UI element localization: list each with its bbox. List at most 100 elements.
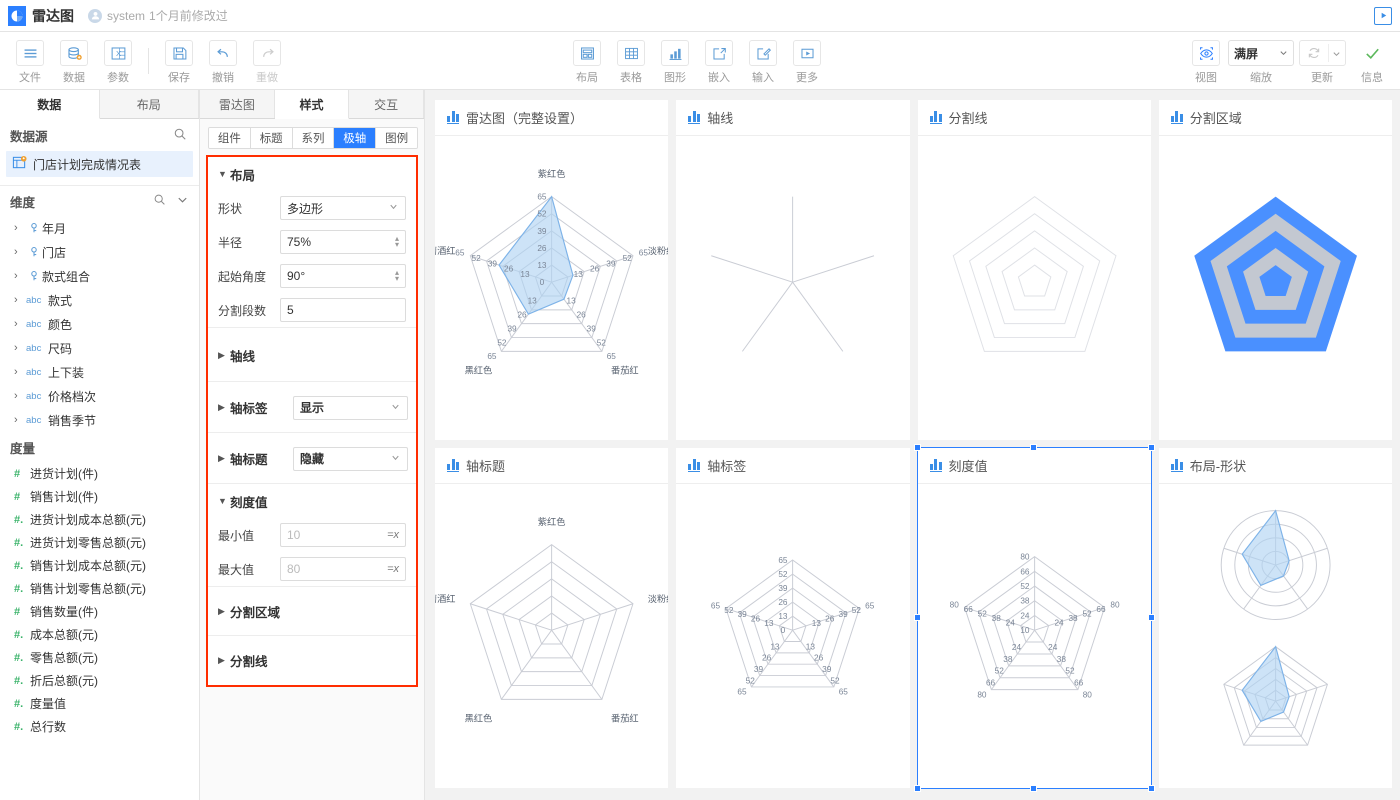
dimension-item[interactable]: ›款式组合: [0, 264, 199, 288]
segment-legend[interactable]: 图例: [376, 128, 417, 148]
axis-label-select[interactable]: 显示: [293, 396, 408, 420]
measure-item[interactable]: #.进货计划零售总额(元): [0, 531, 199, 554]
chart-card-body[interactable]: 1024385266802438526680243852668024385266…: [918, 484, 1151, 788]
chart-card[interactable]: 轴线: [676, 100, 909, 440]
stepper-icon[interactable]: ▴▾: [395, 236, 399, 248]
chart-card[interactable]: 布局-形状: [1159, 448, 1392, 788]
preview-button[interactable]: [1374, 7, 1392, 25]
measure-item[interactable]: #.销售计划成本总额(元): [0, 554, 199, 577]
tab-interaction[interactable]: 交互: [349, 90, 424, 118]
group-axis-line-header[interactable]: ▶ 轴线: [208, 328, 416, 382]
measure-item[interactable]: #.进货计划成本总额(元): [0, 508, 199, 531]
dimensions-collapse-icon[interactable]: [176, 193, 189, 209]
dimension-item[interactable]: ›abc尺码: [0, 336, 199, 360]
segment-polar-axis[interactable]: 极轴: [334, 128, 376, 148]
resize-handle[interactable]: [914, 614, 921, 621]
toolbar-save[interactable]: 保存: [157, 36, 201, 85]
segment-component[interactable]: 组件: [209, 128, 251, 148]
toolbar-chart[interactable]: 图形: [653, 36, 697, 85]
shape-select[interactable]: 多边形: [280, 196, 406, 220]
chart-card-body[interactable]: [1159, 136, 1392, 440]
chart-card-body[interactable]: 0132639526513263952651326395265132639526…: [435, 136, 668, 440]
group-split-line-header[interactable]: ▶ 分割线: [208, 636, 416, 685]
resize-handle[interactable]: [1148, 444, 1155, 451]
expand-arrow-icon[interactable]: ›: [14, 318, 26, 330]
resize-handle[interactable]: [1148, 614, 1155, 621]
toolbar-layout[interactable]: 布局: [565, 36, 609, 85]
split-number-input[interactable]: 5: [280, 298, 406, 322]
chart-card-body[interactable]: 紫红色淡粉红色番茄红黑红色葡萄酒红: [435, 484, 668, 788]
measure-item[interactable]: #.折后总额(元): [0, 669, 199, 692]
toolbar-param[interactable]: X 参数: [96, 36, 140, 85]
refresh-icon[interactable]: [1300, 45, 1328, 61]
group-axis-title-header[interactable]: ▶ 轴标题 隐藏: [208, 433, 416, 484]
expand-arrow-icon[interactable]: ›: [14, 366, 26, 378]
chart-card-body[interactable]: [676, 136, 909, 440]
dimension-item[interactable]: ›年月: [0, 216, 199, 240]
chart-card-body[interactable]: 0132639526513263952651326395265132639526…: [676, 484, 909, 788]
resize-handle[interactable]: [1030, 444, 1037, 451]
expand-arrow-icon[interactable]: ›: [14, 222, 26, 234]
play-icon[interactable]: [1374, 7, 1392, 25]
measure-item[interactable]: #.度量值: [0, 692, 199, 715]
axis-title-select[interactable]: 隐藏: [293, 447, 408, 471]
expand-arrow-icon[interactable]: ›: [14, 294, 26, 306]
formula-icon[interactable]: =x: [387, 563, 399, 575]
measure-item[interactable]: #.成本总额(元): [0, 623, 199, 646]
dimension-item[interactable]: ›abc价格档次: [0, 384, 199, 408]
resize-handle[interactable]: [914, 444, 921, 451]
dimension-item[interactable]: ›门店: [0, 240, 199, 264]
tab-radar[interactable]: 雷达图: [200, 90, 275, 118]
measure-item[interactable]: #.总行数: [0, 715, 199, 738]
toolbar-input[interactable]: 输入: [741, 36, 785, 85]
chart-card-body[interactable]: [918, 136, 1151, 440]
group-axis-label-header[interactable]: ▶ 轴标签 显示: [208, 382, 416, 433]
group-split-area-header[interactable]: ▶ 分割区域: [208, 587, 416, 636]
stepper-icon[interactable]: ▴▾: [395, 270, 399, 282]
measure-item[interactable]: #销售数量(件): [0, 600, 199, 623]
toolbar-redo[interactable]: 重做: [245, 36, 289, 85]
chart-card[interactable]: 雷达图（完整设置）0132639526513263952651326395265…: [435, 100, 668, 440]
expand-arrow-icon[interactable]: ›: [14, 390, 26, 402]
measure-item[interactable]: #销售计划(件): [0, 485, 199, 508]
tab-data[interactable]: 数据: [0, 90, 100, 119]
resize-handle[interactable]: [1030, 785, 1037, 792]
segment-title[interactable]: 标题: [251, 128, 293, 148]
tab-layout[interactable]: 布局: [100, 90, 200, 118]
group-scale-header[interactable]: ▼ 刻度值: [208, 484, 416, 518]
dimension-item[interactable]: ›abc颜色: [0, 312, 199, 336]
search-icon[interactable]: [173, 127, 187, 144]
zoom-select[interactable]: 满屏: [1228, 40, 1294, 66]
expand-arrow-icon[interactable]: ›: [14, 342, 26, 354]
max-value-input[interactable]: 80 =x: [280, 557, 406, 581]
expand-arrow-icon[interactable]: ›: [14, 270, 26, 282]
tab-style[interactable]: 样式: [275, 90, 350, 119]
toolbar-data[interactable]: 数据: [52, 36, 96, 85]
measure-item[interactable]: #.零售总额(元): [0, 646, 199, 669]
dimension-item[interactable]: ›abc上下装: [0, 360, 199, 384]
chart-card-body[interactable]: [1159, 484, 1392, 788]
toolbar-zoom[interactable]: 满屏 缩放: [1228, 36, 1294, 85]
resize-handle[interactable]: [914, 785, 921, 792]
toolbar-file[interactable]: 文件: [8, 36, 52, 85]
chart-card[interactable]: 分割线: [918, 100, 1151, 440]
dimension-item[interactable]: ›abc款式: [0, 288, 199, 312]
segment-series[interactable]: 系列: [293, 128, 335, 148]
chart-card[interactable]: 轴标签0132639526513263952651326395265132639…: [676, 448, 909, 788]
toolbar-view[interactable]: 视图: [1184, 36, 1228, 85]
resize-handle[interactable]: [1148, 785, 1155, 792]
formula-icon[interactable]: =x: [387, 529, 399, 541]
measure-item[interactable]: #进货计划(件): [0, 462, 199, 485]
dimension-item[interactable]: ›abc销售季节: [0, 408, 199, 432]
refresh-split-button[interactable]: [1299, 40, 1346, 66]
toolbar-undo[interactable]: 撤销: [201, 36, 245, 85]
expand-arrow-icon[interactable]: ›: [14, 414, 26, 426]
min-value-input[interactable]: 10 =x: [280, 523, 406, 547]
toolbar-embed[interactable]: 嵌入: [697, 36, 741, 85]
start-angle-input[interactable]: 90° ▴▾: [280, 264, 406, 288]
chevron-down-icon[interactable]: [1329, 49, 1345, 58]
group-layout-header[interactable]: ▼ 布局: [208, 157, 416, 191]
datasource-item[interactable]: 门店计划完成情况表: [6, 151, 193, 177]
chart-card[interactable]: 刻度值1024385266802438526680243852668024385…: [918, 448, 1151, 788]
radius-input[interactable]: 75% ▴▾: [280, 230, 406, 254]
